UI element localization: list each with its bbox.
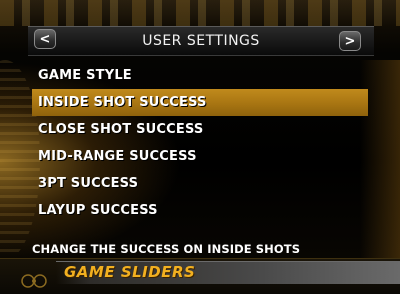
page-title: USER SETTINGS <box>142 33 260 49</box>
menu-item-3pt-success[interactable]: 3PT SUCCESS <box>32 170 368 197</box>
menu-item-label: GAME STYLE <box>38 68 132 83</box>
menu-item-game-style[interactable]: GAME STYLE <box>32 62 368 89</box>
setting-description: CHANGE THE SUCCESS ON INSIDE SHOTS <box>32 242 301 256</box>
2k-logo-icon <box>21 274 47 288</box>
menu-item-close-shot-success[interactable]: CLOSE SHOT SUCCESS <box>32 116 368 143</box>
chevron-right-icon: > <box>344 33 356 49</box>
menu-item-layup-success[interactable]: LAYUP SUCCESS <box>32 197 368 224</box>
top-decoration <box>0 0 400 26</box>
menu-item-label: INSIDE SHOT SUCCESS <box>38 95 207 110</box>
menu-item-inside-shot-success[interactable]: INSIDE SHOT SUCCESS <box>32 89 368 116</box>
prev-page-button[interactable]: < <box>34 29 56 49</box>
header-bar: USER SETTINGS <box>28 26 374 56</box>
menu-item-label: LAYUP SUCCESS <box>38 203 158 218</box>
menu-item-mid-range-success[interactable]: MID-RANGE SUCCESS <box>32 143 368 170</box>
user-settings-screen: USER SETTINGS < > GAME STYLE INSIDE SHOT… <box>0 0 400 294</box>
footer-title: GAME SLIDERS <box>64 263 196 281</box>
menu-item-label: 3PT SUCCESS <box>38 176 139 191</box>
next-page-button[interactable]: > <box>339 31 361 51</box>
menu-item-label: MID-RANGE SUCCESS <box>38 149 197 164</box>
menu-item-label: CLOSE SHOT SUCCESS <box>38 122 204 137</box>
chevron-left-icon: < <box>39 31 51 47</box>
settings-menu: GAME STYLE INSIDE SHOT SUCCESS CLOSE SHO… <box>32 62 368 224</box>
